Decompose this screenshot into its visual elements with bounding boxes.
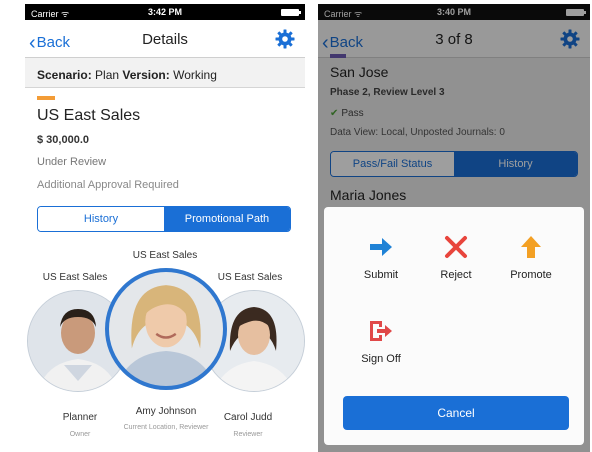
approval-note: Additional Approval Required (37, 179, 179, 191)
battery-icon (281, 9, 301, 16)
submit-button[interactable]: Submit (346, 233, 416, 281)
path-right-role: Reviewer (233, 431, 263, 438)
path-top-label: US East Sales (132, 250, 198, 261)
gear-icon[interactable] (275, 29, 295, 49)
promote-label: Promote (510, 269, 552, 281)
path-left-label: US East Sales (42, 272, 108, 283)
sign-off-icon (346, 317, 416, 345)
cancel-button[interactable]: Cancel (343, 396, 569, 430)
reject-label: Reject (440, 269, 472, 281)
page-title: Details (142, 31, 188, 48)
clock: 3:42 PM (147, 7, 182, 17)
current-location-ring (105, 268, 227, 390)
path-right-label: US East Sales (217, 272, 283, 283)
path-left-name: Planner (62, 412, 98, 423)
reject-button[interactable]: Reject (421, 233, 491, 281)
tab-history[interactable]: History (38, 207, 164, 231)
entity-title: US East Sales (37, 107, 141, 124)
version-label: Version: (122, 68, 170, 82)
x-icon (421, 233, 491, 261)
scenario-bar: Scenario: Plan Version: Working (25, 58, 305, 88)
path-left-role: Owner (69, 431, 91, 438)
amount-value: $ 30,000.0 (37, 134, 89, 146)
review-status: Under Review (37, 156, 107, 168)
scenario-value: Plan (95, 68, 120, 82)
path-right-name: Carol Judd (223, 412, 273, 423)
path-center-role: Current Location, Reviewer (123, 424, 209, 431)
arrow-right-icon (346, 233, 416, 261)
tab-promotional-path[interactable]: Promotional Path (164, 207, 290, 231)
action-sheet: Submit Reject Promote Sign Off Cancel (324, 207, 584, 445)
segmented-control: History Promotional Path (37, 206, 291, 232)
sign-off-button[interactable]: Sign Off (346, 317, 416, 365)
status-bar: Carrier ᯤ 3:42 PM (25, 4, 305, 20)
path-center-name: Amy Johnson (135, 406, 197, 417)
sign-off-label: Sign Off (361, 353, 401, 365)
promote-button[interactable]: Promote (496, 233, 566, 281)
status-color-bar (37, 96, 55, 100)
version-value: Working (173, 68, 217, 82)
scenario-label: Scenario: (37, 68, 92, 82)
actions-screen: Carrier ᯤ 3:40 PM ‹Back 3 of 8 San Jose … (318, 4, 590, 452)
submit-label: Submit (363, 269, 399, 281)
details-screen: Carrier ᯤ 3:42 PM ‹Back Details Scenario… (25, 4, 305, 452)
arrow-up-icon (496, 233, 566, 261)
nav-bar: ‹Back Details (25, 20, 305, 58)
